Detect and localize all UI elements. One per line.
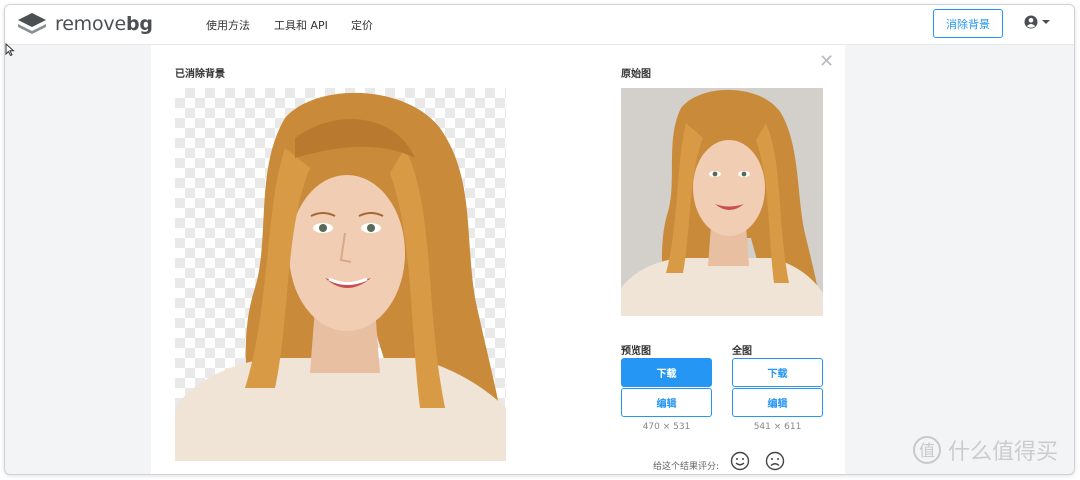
nav-how-to-use[interactable]: 使用方法 — [206, 17, 250, 33]
preview-download-button[interactable]: 下载 — [621, 358, 712, 387]
account-menu[interactable] — [1024, 15, 1050, 29]
logo-wordmark: removebg — [55, 13, 153, 35]
full-size: 541 × 611 — [753, 422, 802, 432]
full-title: 全图 — [732, 346, 752, 357]
result-panel: 已消除背景 原始图 ✕ 预览图 下载 编辑 470 × 531 全图 下载 编辑… — [151, 45, 845, 474]
nav-tools-api[interactable]: 工具和 API — [274, 17, 328, 33]
close-icon[interactable]: ✕ — [819, 53, 834, 71]
caret-down-icon — [1042, 20, 1050, 24]
watermark-text: 什么值得买 — [948, 440, 1059, 465]
smile-icon[interactable] — [730, 451, 750, 471]
original-title: 原始图 — [621, 69, 651, 80]
user-circle-icon — [1024, 15, 1038, 29]
mouse-cursor-icon — [5, 43, 15, 57]
original-image[interactable] — [621, 88, 823, 316]
top-navbar: removebg 使用方法 工具和 API 定价 消除背景 — [5, 5, 1074, 45]
rating-label: 给这个结果评分: — [653, 462, 720, 472]
preview-edit-button[interactable]: 编辑 — [621, 388, 712, 417]
portrait-original — [621, 88, 823, 316]
watermark: 值 什么值得买 — [912, 434, 1058, 466]
portrait-cutout — [175, 92, 506, 461]
preview-size: 470 × 531 — [642, 422, 691, 432]
result-image[interactable] — [175, 88, 506, 461]
svg-text:值: 值 — [919, 441, 935, 460]
full-download-button[interactable]: 下载 — [732, 358, 823, 387]
browser-frame: removebg 使用方法 工具和 API 定价 消除背景 已消除背景 原始图 … — [4, 4, 1075, 475]
remove-background-button[interactable]: 消除背景 — [933, 9, 1003, 38]
layers-logo-icon — [18, 13, 46, 34]
watermark-logo-icon: 值 — [913, 436, 941, 464]
result-title: 已消除背景 — [175, 69, 225, 80]
preview-title: 预览图 — [621, 346, 651, 357]
nav-pricing[interactable]: 定价 — [351, 17, 373, 33]
frown-icon[interactable] — [765, 451, 785, 471]
full-edit-button[interactable]: 编辑 — [732, 388, 823, 417]
logo[interactable]: removebg — [17, 12, 153, 36]
